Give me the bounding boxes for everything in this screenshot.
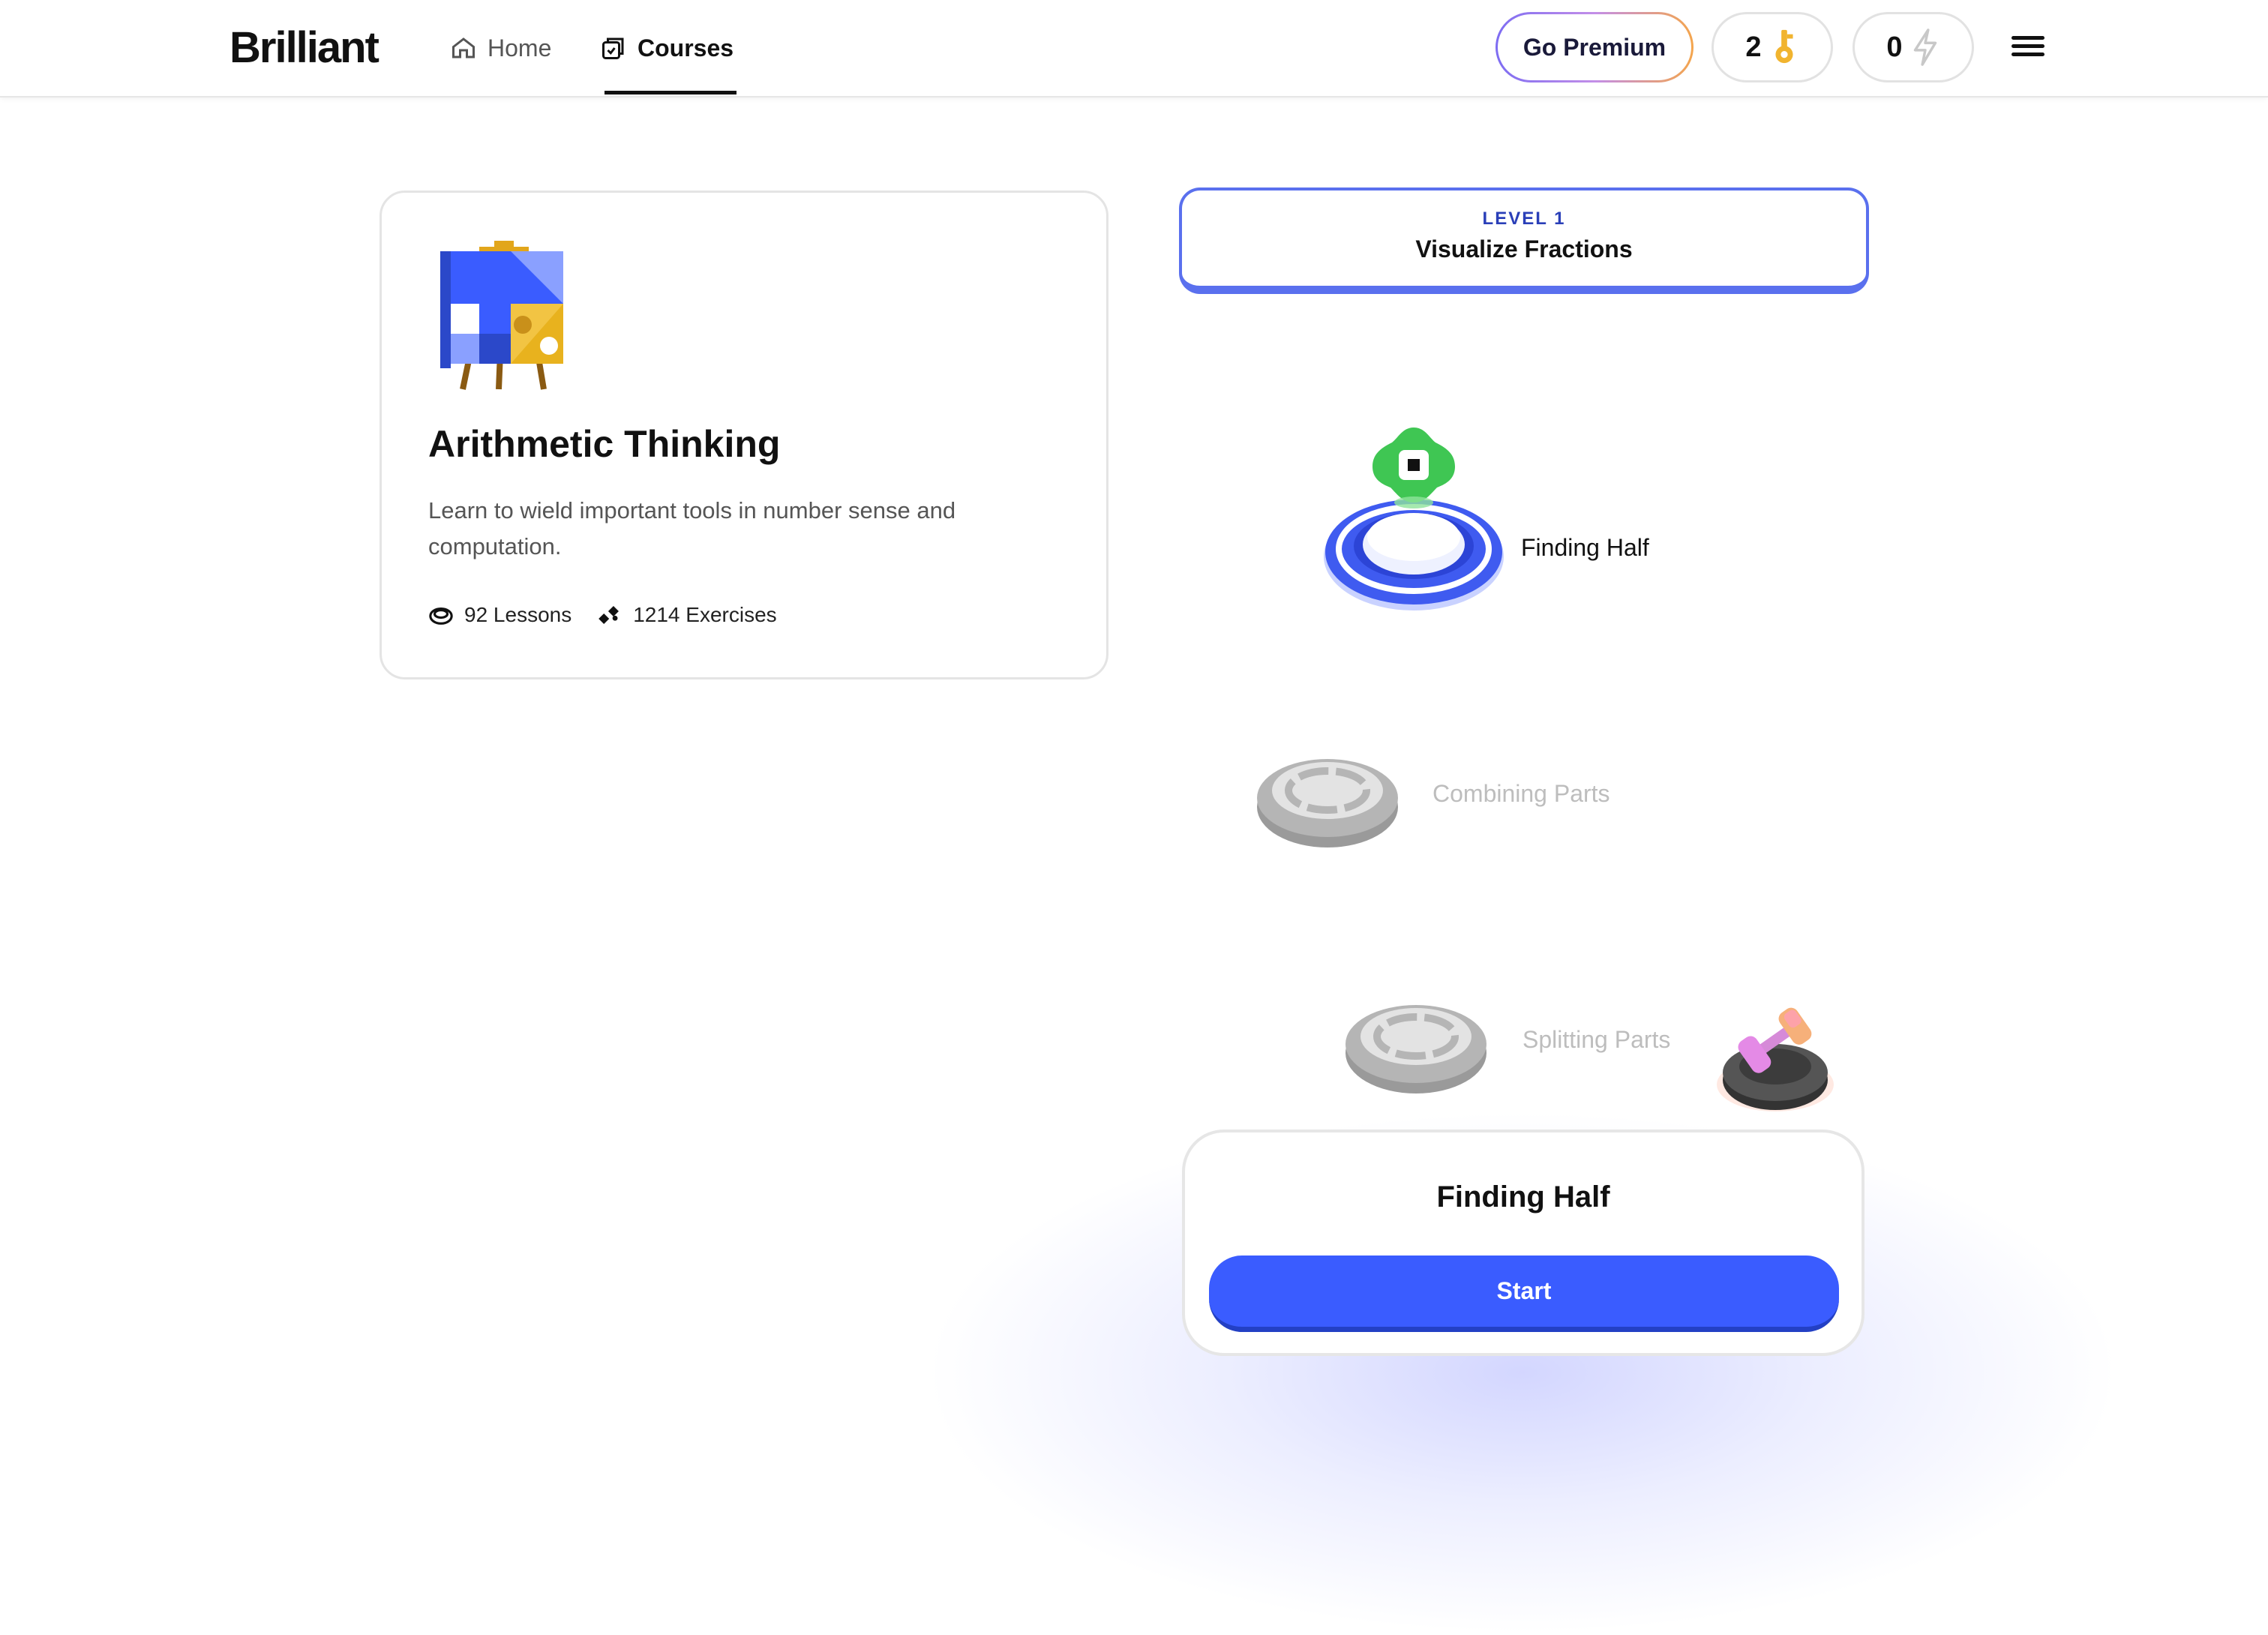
mascot-icon bbox=[1372, 428, 1455, 508]
popup-lesson-title: Finding Half bbox=[1436, 1180, 1610, 1214]
level-number: LEVEL 1 bbox=[1482, 208, 1566, 229]
level-header[interactable]: LEVEL 1 Visualize Fractions bbox=[1179, 188, 1869, 294]
course-stats: 92 Lessons 1214 Exercises bbox=[428, 602, 777, 628]
nav-courses-label: Courses bbox=[638, 34, 734, 62]
nav-courses[interactable]: Courses bbox=[600, 30, 734, 66]
go-premium-label: Go Premium bbox=[1498, 14, 1691, 80]
key-icon bbox=[1775, 29, 1793, 64]
puzzle-icon bbox=[598, 606, 620, 624]
nav-home-label: Home bbox=[488, 34, 552, 62]
energy-counter[interactable]: 0 bbox=[1852, 12, 1974, 82]
locked-lesson-node-icon bbox=[1257, 759, 1398, 848]
course-title: Arithmetic Thinking bbox=[428, 423, 781, 465]
keys-count: 2 bbox=[1745, 31, 1762, 63]
nav-home[interactable]: Home bbox=[450, 30, 551, 66]
courses-icon bbox=[602, 38, 624, 59]
energy-count: 0 bbox=[1886, 31, 1903, 63]
lesson-node-combining-parts[interactable] bbox=[1252, 752, 1402, 849]
lesson-label-combining-parts[interactable]: Combining Parts bbox=[1432, 780, 1610, 808]
go-premium-button[interactable]: Go Premium bbox=[1496, 12, 1694, 82]
lightning-icon bbox=[1913, 28, 1936, 66]
active-tab-indicator bbox=[604, 91, 736, 94]
lessons-count: 92 Lessons bbox=[464, 603, 572, 626]
practice-node[interactable] bbox=[1712, 988, 1839, 1116]
locked-lesson-node-icon bbox=[1346, 1005, 1486, 1094]
easel-illustration bbox=[440, 241, 563, 390]
lessons-stat: 92 Lessons bbox=[428, 602, 572, 628]
exercises-stat: 1214 Exercises bbox=[597, 602, 777, 628]
level-title: Visualize Fractions bbox=[1415, 236, 1633, 262]
lesson-node-splitting-parts[interactable] bbox=[1341, 998, 1491, 1095]
lesson-start-popup: Finding Half Start bbox=[1182, 1130, 1864, 1356]
active-lesson-node-icon bbox=[1324, 428, 1504, 610]
course-description: Learn to wield important tools in number… bbox=[428, 497, 956, 560]
lesson-label-splitting-parts[interactable]: Splitting Parts bbox=[1522, 1026, 1670, 1054]
lesson-disc-icon bbox=[429, 607, 453, 625]
course-card: Arithmetic Thinking Learn to wield impor… bbox=[380, 190, 1108, 680]
dumbbell-practice-icon bbox=[1717, 1007, 1834, 1112]
lesson-label-finding-half[interactable]: Finding Half bbox=[1521, 534, 1649, 562]
keys-counter[interactable]: 2 bbox=[1712, 12, 1833, 82]
home-icon bbox=[452, 38, 475, 58]
exercises-count: 1214 Exercises bbox=[633, 603, 777, 626]
top-navigation-bar: Brilliant Home Courses Go Premium 2 0 bbox=[0, 0, 2268, 98]
start-button[interactable]: Start bbox=[1209, 1256, 1839, 1332]
lesson-node-finding-half[interactable] bbox=[1320, 424, 1508, 620]
hamburger-menu-icon[interactable] bbox=[2012, 32, 2044, 64]
brilliant-logo[interactable]: Brilliant bbox=[230, 22, 380, 73]
